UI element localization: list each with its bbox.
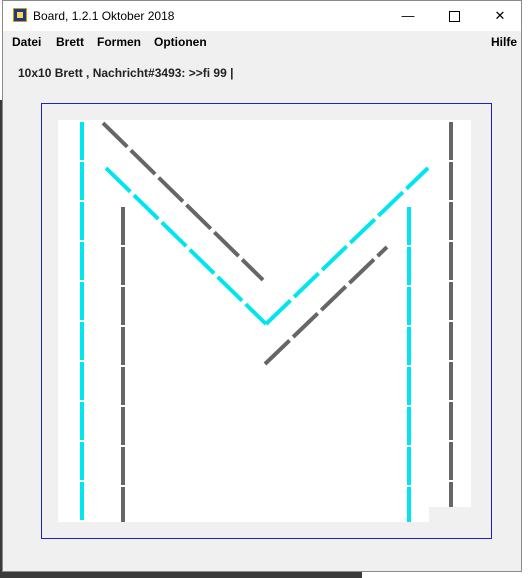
close-button[interactable]: ✕ — [477, 1, 523, 31]
cyan-v-right-arm — [264, 166, 430, 326]
menu-hilfe[interactable]: Hilfe — [491, 35, 517, 49]
menu-optionen[interactable]: Optionen — [154, 35, 207, 49]
app-icon — [13, 8, 27, 22]
background-document — [522, 0, 532, 578]
board-corner-gap — [429, 507, 471, 522]
menu-bar: Datei Brett Formen Optionen Hilfe — [3, 31, 521, 53]
maximize-icon — [448, 11, 460, 23]
cyan-v-left-arm — [104, 166, 268, 326]
minimize-button[interactable]: — — [385, 1, 431, 31]
desktop-background-bottom — [0, 572, 362, 578]
menu-brett[interactable]: Brett — [56, 35, 84, 49]
window-title: Board, 1.2.1 Oktober 2018 — [33, 9, 175, 23]
board-frame — [41, 103, 492, 539]
title-bar[interactable]: Board, 1.2.1 Oktober 2018 — ✕ — [3, 1, 521, 31]
maximize-button[interactable] — [431, 1, 477, 31]
board-canvas[interactable] — [58, 120, 471, 522]
board-window: Board, 1.2.1 Oktober 2018 — ✕ Datei Bret… — [2, 0, 522, 572]
status-message: 10x10 Brett , Nachricht#3493: >>fi 99 | — [18, 66, 234, 80]
menu-datei[interactable]: Datei — [12, 35, 41, 49]
gray-outer-diagonal — [101, 121, 265, 282]
menu-formen[interactable]: Formen — [97, 35, 141, 49]
board-drawing — [80, 121, 453, 522]
